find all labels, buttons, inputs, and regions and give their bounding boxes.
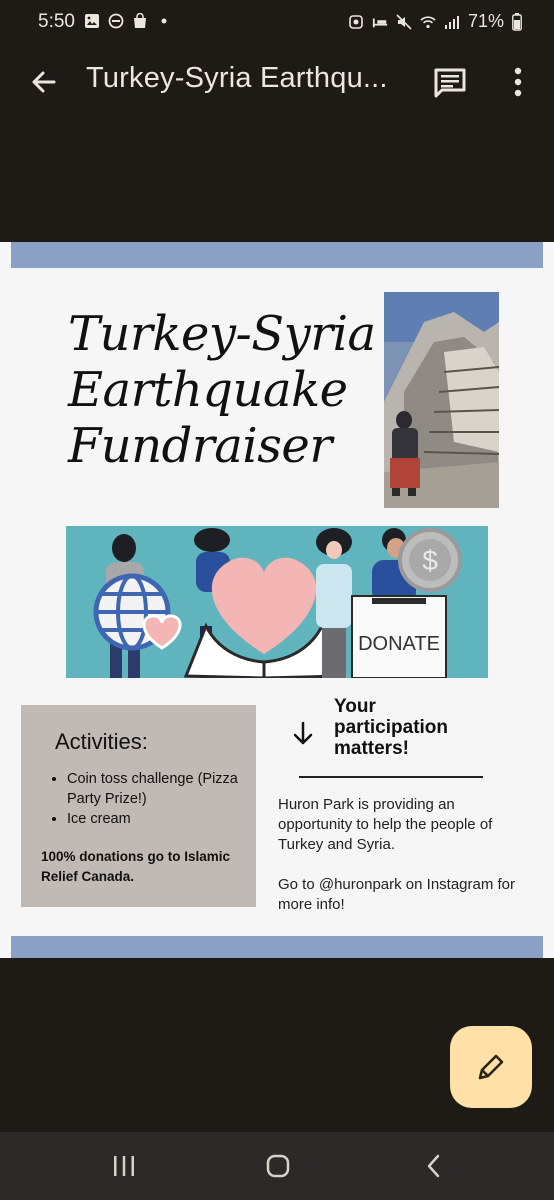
activity-item: Ice cream — [67, 809, 256, 829]
flyer-title-line: Earthquake — [68, 362, 348, 418]
flyer-title: Turkey-Syria Earthquake Fundraiser — [68, 306, 376, 474]
flyer-title-line: Turkey-Syria — [68, 306, 376, 362]
activities-list: Coin toss challenge (Pizza Party Prize!)… — [49, 769, 256, 829]
activities-box: Activities: Coin toss challenge (Pizza P… — [21, 705, 256, 907]
sleep-icon — [372, 17, 388, 27]
wifi-icon — [420, 15, 436, 28]
do-not-disturb-icon — [108, 13, 124, 29]
recycle-icon — [349, 14, 363, 29]
edit-fab-button[interactable] — [450, 1026, 532, 1108]
system-nav-bar — [0, 1132, 554, 1200]
document-page[interactable]: Turkey-Syria Earthquake Fundraiser $ DON… — [0, 242, 554, 958]
shopping-bag-icon — [134, 13, 146, 28]
info-paragraph: Go to @huronpark on Instagram for more i… — [278, 876, 516, 913]
donation-banner-illustration: $ DONATE — [66, 526, 488, 678]
document-title: Turkey-Syria Earthqu... — [86, 62, 388, 94]
activity-item: Coin toss challenge (Pizza Party Prize!) — [67, 769, 256, 809]
recents-icon[interactable] — [110, 1152, 138, 1180]
info-text: Huron Park is providing an opportunity t… — [278, 795, 528, 935]
signal-icon — [444, 15, 459, 29]
status-left-icons — [84, 13, 172, 29]
back-arrow-icon[interactable] — [24, 62, 64, 102]
back-icon[interactable] — [422, 1152, 446, 1180]
more-vert-icon[interactable] — [500, 62, 536, 102]
donate-label: DONATE — [358, 633, 440, 655]
divider — [299, 776, 483, 778]
app-bar: Turkey-Syria Earthqu... — [0, 46, 554, 118]
status-right: 71% — [348, 11, 522, 32]
arrow-down-icon — [293, 721, 313, 745]
comment-icon[interactable] — [430, 62, 470, 102]
gallery-icon — [85, 14, 99, 28]
bottom-stripe — [11, 936, 543, 958]
svg-text:$: $ — [422, 545, 438, 576]
flyer-title-line: Fundraiser — [68, 418, 332, 474]
mute-icon — [396, 13, 412, 30]
home-icon[interactable] — [264, 1152, 292, 1180]
activities-heading: Activities: — [55, 729, 148, 754]
status-time: 5:50 — [38, 11, 75, 32]
info-paragraph: Huron Park is providing an opportunity t… — [278, 796, 493, 853]
battery-percent: 71% — [467, 11, 504, 31]
battery-icon — [512, 12, 522, 31]
participation-heading: Your participation matters! — [334, 696, 449, 759]
dot-icon — [161, 18, 167, 24]
top-stripe — [11, 242, 543, 268]
earthquake-rubble-photo — [384, 292, 499, 508]
status-bar: 5:50 71% — [0, 0, 554, 46]
donation-note: 100% donations go to Islamic Relief Cana… — [41, 849, 231, 884]
pencil-icon — [478, 1054, 504, 1080]
